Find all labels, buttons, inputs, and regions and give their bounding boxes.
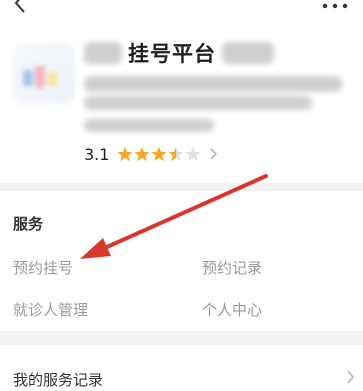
app-logo bbox=[13, 44, 75, 104]
section-title: 服务 bbox=[13, 215, 44, 233]
section-divider bbox=[0, 183, 363, 191]
back-icon[interactable] bbox=[12, 0, 30, 14]
service-appointment-records[interactable]: 预约记录 bbox=[202, 257, 262, 278]
page-title: 挂号平台 bbox=[128, 42, 216, 66]
service-personal-center[interactable]: 个人中心 bbox=[202, 299, 262, 320]
rating-value: 3.1 bbox=[84, 144, 110, 164]
service-records-label: 我的服务记录 bbox=[13, 371, 104, 389]
star-icon bbox=[185, 147, 201, 161]
star-icon bbox=[117, 147, 133, 161]
service-patient-management[interactable]: 就诊人管理 bbox=[13, 299, 88, 320]
app-header: 挂号平台 3.1 bbox=[0, 14, 363, 182]
chevron-right-icon bbox=[347, 370, 355, 384]
blurred-description bbox=[84, 119, 214, 132]
service-records-row[interactable]: 我的服务记录 bbox=[0, 345, 363, 391]
section-divider bbox=[0, 331, 363, 345]
star-icon bbox=[151, 147, 167, 161]
rating-row[interactable]: 3.1 bbox=[84, 144, 218, 164]
blurred-text bbox=[222, 42, 274, 64]
title-row: 挂号平台 bbox=[84, 38, 274, 68]
services-section: 服务 预约挂号 预约记录 就诊人管理 个人中心 bbox=[0, 191, 363, 331]
blurred-text bbox=[84, 42, 122, 64]
star-icon bbox=[134, 147, 150, 161]
blurred-description bbox=[84, 96, 312, 110]
top-bar bbox=[0, 0, 363, 14]
blurred-description bbox=[84, 76, 342, 92]
chevron-right-icon bbox=[210, 148, 218, 160]
service-appointment-booking[interactable]: 预约挂号 bbox=[13, 257, 73, 278]
more-icon[interactable] bbox=[321, 2, 349, 10]
star-icon bbox=[168, 147, 184, 161]
star-rating bbox=[117, 146, 202, 162]
